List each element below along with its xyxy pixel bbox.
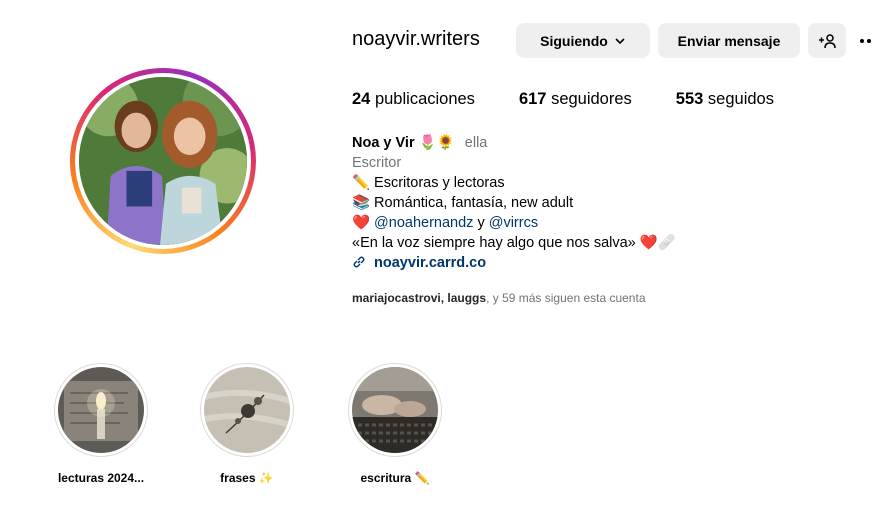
following-count: 553 xyxy=(675,90,704,108)
mention-connector: y xyxy=(477,215,485,231)
highlight-cover-flower xyxy=(204,367,290,453)
send-message-label: Enviar mensaje xyxy=(677,32,781,49)
posts-count: 24 xyxy=(352,90,371,108)
username: noayvir.writers xyxy=(352,28,480,50)
heart-emoji: ❤️ xyxy=(352,215,371,231)
followers-stat[interactable]: 617 seguidores xyxy=(519,90,632,109)
posts-stat: 24 publicaciones xyxy=(352,90,475,109)
following-stat[interactable]: 553 seguidos xyxy=(676,90,774,109)
add-user-icon xyxy=(819,33,836,48)
bio-quote: «En la voz siempre hay algo que nos salv… xyxy=(352,235,636,251)
avatar-photo xyxy=(79,77,247,245)
bio-link[interactable]: noayvir.carrd.co xyxy=(374,255,486,271)
display-name: Noa y Vir xyxy=(352,135,415,151)
highlight-label: frases ✨ xyxy=(220,471,274,485)
pencil-emoji: ✏️ xyxy=(352,175,371,191)
followers-label: seguidores xyxy=(551,90,632,108)
followed-by-names: mariajocastrovi, lauggs xyxy=(352,291,487,305)
bio-line-2-text: Romántica, fantasía, new adult xyxy=(374,195,574,211)
highlight-label: lecturas 2024... xyxy=(57,471,145,485)
highlight-cover-typewriter xyxy=(352,367,438,453)
bio-line-1: ✏️ Escritoras y lectoras xyxy=(352,173,676,193)
bio-line-3: ❤️ @noahernandz y @virrcs xyxy=(352,213,676,233)
more-options-icon xyxy=(859,39,864,43)
bio-line-2: 📚 Romántica, fantasía, new adult xyxy=(352,193,676,213)
mention-noahernandz[interactable]: @noahernandz xyxy=(374,215,473,231)
following-button-label: Siguiendo xyxy=(540,32,608,49)
display-name-line: Noa y Vir 🌷🌻 ella xyxy=(352,133,676,153)
books-emoji: 📚 xyxy=(352,195,371,211)
bio-line-1-text: Escritoras y lectoras xyxy=(374,175,505,191)
highlight-lecturas[interactable]: lecturas 2024... xyxy=(46,363,156,485)
pronouns: ella xyxy=(464,135,488,151)
link-icon xyxy=(353,256,365,268)
following-label: seguidos xyxy=(707,90,774,108)
highlight-label: escritura ✏️ xyxy=(360,471,430,485)
quote-emojis: ❤️🩹 xyxy=(639,235,676,251)
highlight-escritura[interactable]: escritura ✏️ xyxy=(340,363,450,485)
bio-quote-line: «En la voz siempre hay algo que nos salv… xyxy=(352,233,676,253)
mention-virrcs[interactable]: @virrcs xyxy=(489,215,538,231)
followed-by-text[interactable]: mariajocastrovi, lauggs, y 59 más siguen… xyxy=(352,291,646,305)
profile-bio: Noa y Vir 🌷🌻 ella Escritor ✏️ Escritoras… xyxy=(352,133,676,273)
profile-avatar-story-ring[interactable] xyxy=(70,68,256,254)
avatar xyxy=(79,77,247,245)
bio-link-line[interactable]: noayvir.carrd.co xyxy=(352,253,676,273)
more-options-button[interactable] xyxy=(854,30,876,52)
highlight-frases[interactable]: frases ✨ xyxy=(192,363,302,485)
suggested-users-button[interactable] xyxy=(808,23,846,58)
send-message-button[interactable]: Enviar mensaje xyxy=(658,23,800,58)
highlight-cover-candle xyxy=(58,367,144,453)
posts-label: publicaciones xyxy=(374,90,475,108)
name-emojis: 🌷🌻 xyxy=(418,135,455,151)
followed-by-rest: , y 59 más siguen esta cuenta xyxy=(486,291,646,305)
profile-stats: 24 publicaciones 617 seguidores 553 segu… xyxy=(352,90,818,109)
profile-category: Escritor xyxy=(352,155,402,171)
followers-count: 617 xyxy=(518,90,547,108)
following-button[interactable]: Siguiendo xyxy=(516,23,650,58)
profile-page: noayvir.writers Siguiendo Enviar mensaje… xyxy=(0,0,877,532)
chevron-down-icon xyxy=(615,37,625,44)
